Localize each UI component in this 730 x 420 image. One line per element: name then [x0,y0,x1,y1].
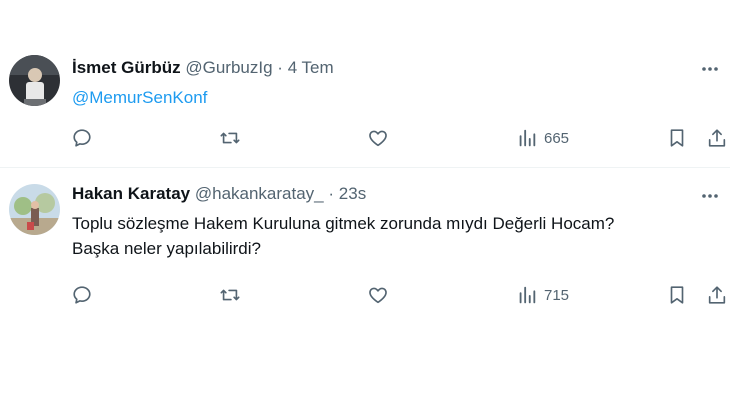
retweet-icon [220,289,240,301]
retweet-button[interactable] [219,124,241,152]
user-handle[interactable]: @GurbuzIg [185,58,272,77]
reply-icon [73,129,91,147]
timestamp[interactable]: 23s [339,184,366,203]
bookmark-button[interactable] [666,124,688,152]
share-icon [708,129,726,147]
bookmark-icon [670,286,684,304]
views-button[interactable]: 665 [516,124,569,152]
avatar[interactable] [9,184,60,235]
reply-icon [73,286,91,304]
tweet-text: Toplu sözleşme Hakem Kuruluna gitmek zor… [72,211,712,261]
timestamp[interactable]: 4 Tem [288,58,334,77]
like-button[interactable] [367,124,389,152]
bookmark-button[interactable] [666,281,688,309]
share-button[interactable] [706,124,728,152]
tweet-text: @MemurSenKonf [72,85,712,110]
avatar[interactable] [9,55,60,106]
views-icon [519,129,536,147]
tweet-1[interactable]: İsmet Gürbüz @GurbuzIg · 4 Tem @MemurSen… [0,0,730,168]
display-name[interactable]: İsmet Gürbüz [72,58,181,77]
display-name[interactable]: Hakan Karatay [72,184,190,203]
like-icon [369,287,387,304]
action-bar: 665 [0,124,730,152]
share-icon [708,286,726,304]
tweet-text-line: Toplu sözleşme Hakem Kuruluna gitmek zor… [72,214,615,233]
dot-separator: · [277,58,283,77]
retweet-icon [220,132,240,144]
bookmark-icon [670,129,684,147]
views-icon [519,286,536,304]
tweet-header: Hakan Karatay @hakankaratay_ · 23s [72,184,366,204]
views-button[interactable]: 715 [516,281,569,309]
tweet-2[interactable]: Hakan Karatay @hakankaratay_ · 23s Toplu… [0,168,730,323]
view-count: 665 [544,129,570,147]
like-button[interactable] [367,281,389,309]
more-icon[interactable] [698,184,722,208]
more-icon[interactable] [698,57,722,81]
like-icon [369,130,387,147]
view-count: 715 [544,286,570,304]
reply-button[interactable] [71,281,93,309]
action-bar: 715 [0,281,730,309]
user-handle[interactable]: @hakankaratay_ [195,184,324,203]
dot-separator: · [328,184,335,203]
tweet-text-line: Başka neler yapılabilirdi? [72,239,261,258]
retweet-button[interactable] [219,281,241,309]
reply-button[interactable] [71,124,93,152]
mention-link[interactable]: @MemurSenKonf [72,88,207,107]
tweet-header: İsmet Gürbüz @GurbuzIg · 4 Tem [72,58,334,78]
share-button[interactable] [706,281,728,309]
